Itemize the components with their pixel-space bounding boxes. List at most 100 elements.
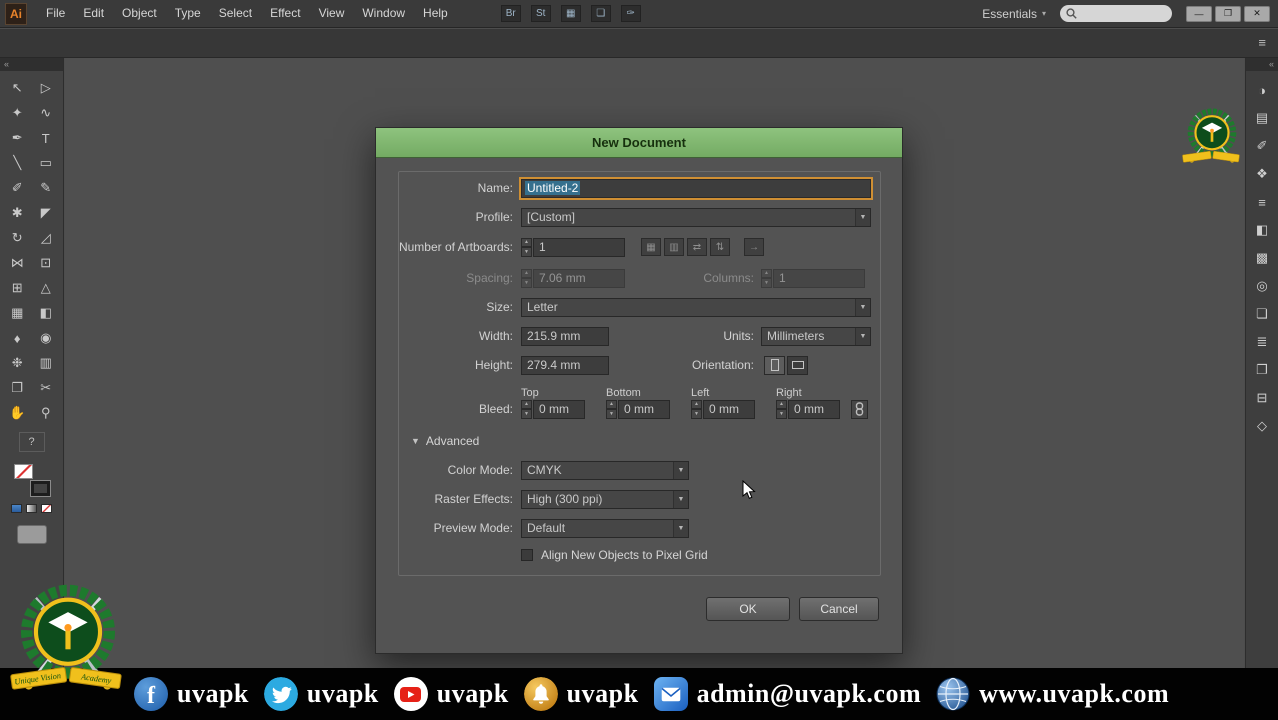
artboard-grid-by-row-button[interactable]: ▦ (641, 238, 661, 256)
preview-mode-select[interactable]: Default ▼ (521, 518, 689, 538)
none-swatch[interactable] (41, 504, 52, 513)
gradient-swatch[interactable] (26, 504, 37, 513)
rectangle-tool[interactable]: ▭ (32, 151, 59, 175)
direct-selection-tool[interactable]: ▷ (32, 76, 59, 100)
share-icon[interactable]: ✑ (620, 5, 641, 22)
raster-effects-select[interactable]: High (300 ppi) ▼ (521, 489, 689, 509)
symbol-sprayer-tool[interactable]: ❉ (4, 351, 31, 375)
info-panel-icon[interactable]: ◇ (1251, 416, 1273, 436)
transparency-panel-icon[interactable]: ▩ (1251, 248, 1273, 268)
fill-swatch[interactable] (13, 464, 33, 479)
profile-select[interactable]: [Custom] ▼ (521, 207, 871, 227)
menu-type[interactable]: Type (166, 0, 210, 27)
lasso-tool[interactable]: ∿ (32, 101, 59, 125)
line-segment-tool[interactable]: ╲ (4, 151, 31, 175)
bleed-left-stepper[interactable]: ▲ ▼ (691, 399, 702, 419)
column-graph-tool[interactable]: ▥ (32, 351, 59, 375)
workspace-switcher[interactable]: Essentials ▾ (982, 7, 1046, 21)
blend-tool[interactable]: ◉ (32, 326, 59, 350)
swatches-panel-icon[interactable]: ▤ (1251, 108, 1273, 128)
units-select[interactable]: Millimeters ▼ (761, 326, 871, 346)
artboards-input[interactable]: 1 (533, 237, 625, 257)
pixel-grid-checkbox[interactable] (521, 549, 533, 561)
artboard-grid-by-column-button[interactable]: ▥ (664, 238, 684, 256)
rotate-tool[interactable]: ↻ (4, 226, 31, 250)
close-button[interactable]: ✕ (1244, 5, 1270, 22)
appearance-panel-icon[interactable]: ◎ (1251, 276, 1273, 296)
menu-file[interactable]: File (37, 0, 74, 27)
blob-brush-tool[interactable]: ✱ (4, 201, 31, 225)
bleed-top-stepper[interactable]: ▲ ▼ (521, 399, 532, 419)
document-layout-icon[interactable]: ❏ (590, 5, 611, 22)
shape-builder-tool[interactable]: ⊞ (4, 276, 31, 300)
artboards-panel-icon[interactable]: ❐ (1251, 360, 1273, 380)
screen-mode-button[interactable] (16, 525, 47, 544)
brushes-panel-icon[interactable]: ✐ (1251, 136, 1273, 156)
search-input[interactable] (1060, 5, 1172, 22)
menu-help[interactable]: Help (414, 0, 457, 27)
slice-tool[interactable]: ✂ (32, 376, 59, 400)
gradient-tool[interactable]: ◧ (32, 301, 59, 325)
menu-effect[interactable]: Effect (261, 0, 309, 27)
menu-select[interactable]: Select (210, 0, 261, 27)
align-panel-icon[interactable]: ⊟ (1251, 388, 1273, 408)
arrange-documents-icon[interactable]: ▦ (560, 5, 581, 22)
minimize-button[interactable]: — (1186, 5, 1212, 22)
artboard-layout-order-button[interactable]: → (744, 238, 764, 256)
bleed-bottom-stepper[interactable]: ▲ ▼ (606, 399, 617, 419)
eyedropper-tool[interactable]: ♦ (4, 326, 31, 350)
restore-button[interactable]: ❐ (1215, 5, 1241, 22)
symbols-panel-icon[interactable]: ❖ (1251, 164, 1273, 184)
hand-tool[interactable]: ✋ (4, 401, 31, 425)
bleed-bottom-input[interactable]: 0 mm (618, 399, 670, 419)
perspective-grid-tool[interactable]: △ (32, 276, 59, 300)
layers-panel-icon[interactable]: ≣ (1251, 332, 1273, 352)
artboard-arrange-by-row-button[interactable]: ⇄ (687, 238, 707, 256)
gradient-panel-icon[interactable]: ◧ (1251, 220, 1273, 240)
advanced-toggle[interactable]: ▼ Advanced (376, 431, 902, 451)
menu-object[interactable]: Object (113, 0, 166, 27)
stock-icon[interactable]: St (530, 5, 551, 22)
orientation-landscape-button[interactable] (787, 355, 808, 375)
bridge-icon[interactable]: Br (500, 5, 521, 22)
stroke-swatch[interactable] (29, 480, 51, 497)
expand-panels-icon[interactable]: « (1246, 58, 1278, 71)
zoom-tool[interactable]: ⚲ (32, 401, 59, 425)
name-input[interactable]: Untitled-2 (521, 178, 871, 198)
size-select[interactable]: Letter ▼ (521, 297, 871, 317)
free-transform-tool[interactable]: ⊡ (32, 251, 59, 275)
artboards-stepper[interactable]: ▲ ▼ (521, 237, 532, 257)
stroke-panel-icon[interactable]: ≡ (1251, 192, 1273, 212)
mesh-tool[interactable]: ▦ (4, 301, 31, 325)
width-input[interactable]: 215.9 mm (521, 326, 609, 346)
ok-button[interactable]: OK (706, 597, 790, 621)
selection-tool[interactable]: ↖ (4, 76, 31, 100)
bleed-right-input[interactable]: 0 mm (788, 399, 840, 419)
paintbrush-tool[interactable]: ✐ (4, 176, 31, 200)
scale-tool[interactable]: ◿ (32, 226, 59, 250)
bleed-link-toggle[interactable] (851, 399, 868, 419)
pen-tool[interactable]: ✒ (4, 126, 31, 150)
cancel-button[interactable]: Cancel (799, 597, 879, 621)
menu-window[interactable]: Window (353, 0, 414, 27)
color-panel-icon[interactable]: ◑ (1251, 80, 1273, 100)
collapse-tools-icon[interactable]: « (0, 58, 63, 71)
panel-toggle-icon[interactable]: ≡ (1258, 35, 1266, 50)
color-mode-select[interactable]: CMYK ▼ (521, 460, 689, 480)
orientation-portrait-button[interactable] (764, 355, 785, 375)
bleed-right-stepper[interactable]: ▲ ▼ (776, 399, 787, 419)
artboard-tool[interactable]: ❐ (4, 376, 31, 400)
eraser-tool[interactable]: ◤ (32, 201, 59, 225)
color-mode-swatch[interactable] (11, 504, 22, 513)
bleed-left-input[interactable]: 0 mm (703, 399, 755, 419)
pencil-tool[interactable]: ✎ (32, 176, 59, 200)
graphic-styles-panel-icon[interactable]: ❏ (1251, 304, 1273, 324)
type-tool[interactable]: T (32, 126, 59, 150)
artboard-arrange-by-column-button[interactable]: ⇅ (710, 238, 730, 256)
width-tool[interactable]: ⋈ (4, 251, 31, 275)
bleed-top-input[interactable]: 0 mm (533, 399, 585, 419)
help-tool[interactable]: ? (18, 432, 45, 452)
height-input[interactable]: 279.4 mm (521, 355, 609, 375)
menu-view[interactable]: View (310, 0, 354, 27)
menu-edit[interactable]: Edit (74, 0, 113, 27)
